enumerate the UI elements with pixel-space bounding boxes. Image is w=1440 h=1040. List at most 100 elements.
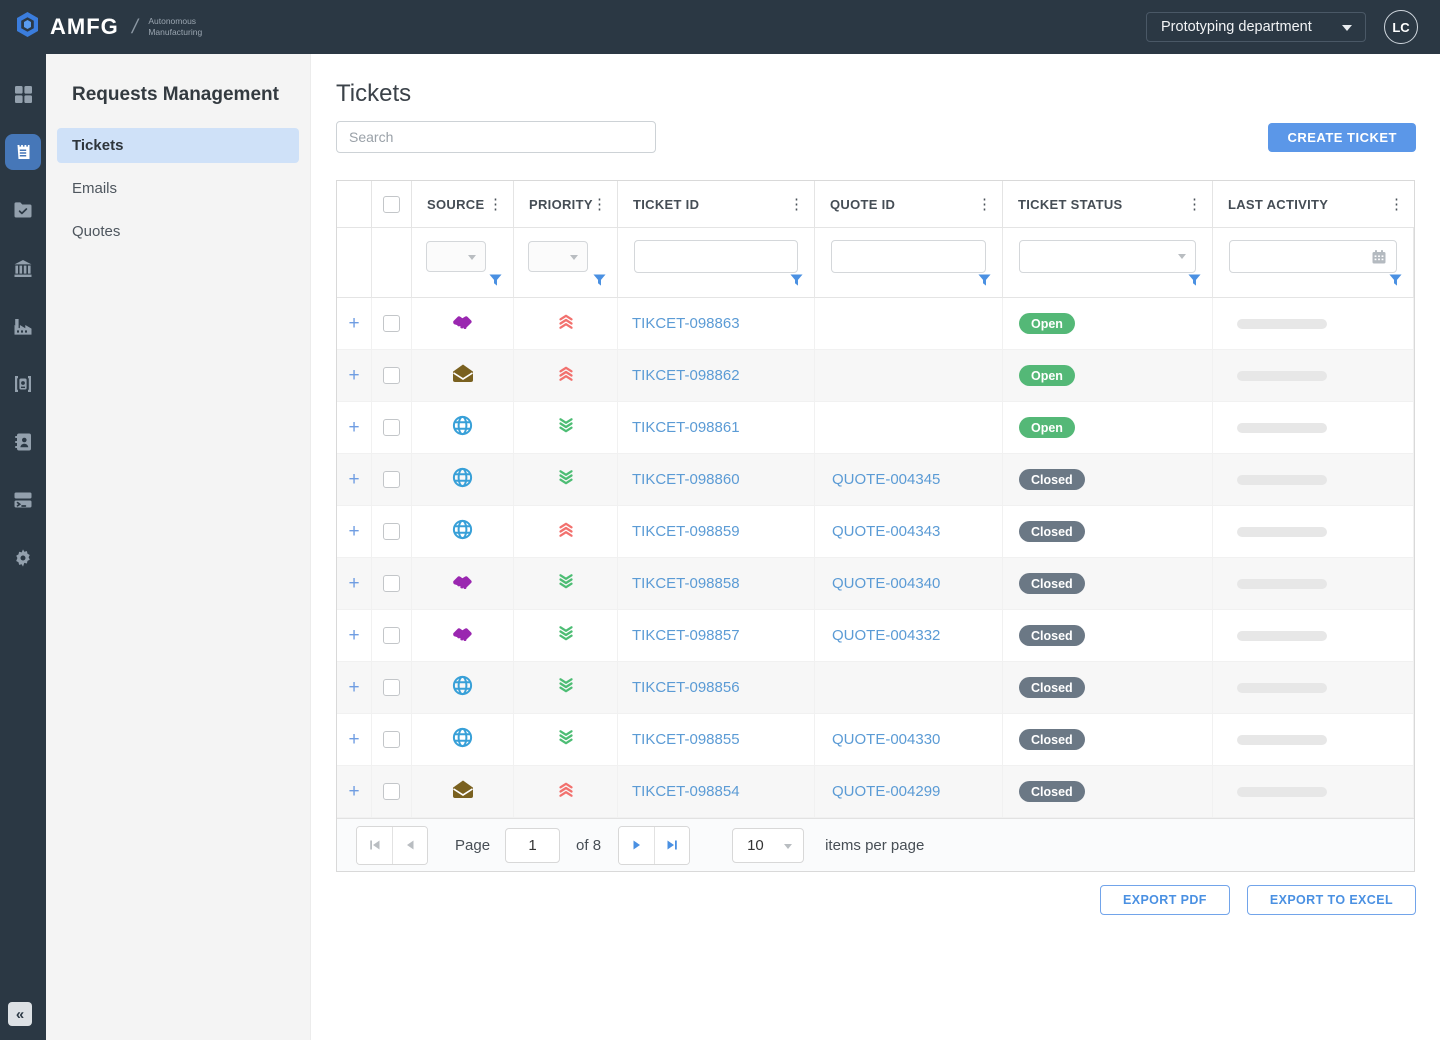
table-row: + TIKCET-098854 QUOTE-004299 Closed — [337, 766, 1414, 818]
expand-row-button[interactable]: + — [337, 454, 372, 506]
row-checkbox[interactable] — [383, 627, 400, 644]
status-filter-select[interactable] — [1019, 240, 1196, 273]
column-menu-icon[interactable]: ⋮ — [785, 193, 808, 215]
ticket-link[interactable]: TIKCET-098861 — [632, 419, 740, 436]
select-all-checkbox[interactable] — [383, 196, 400, 213]
quote-id-filter-input[interactable] — [831, 240, 986, 273]
filter-funnel-icon[interactable] — [1389, 274, 1402, 292]
status-badge: Open — [1019, 365, 1075, 386]
expand-row-button[interactable]: + — [337, 662, 372, 714]
row-checkbox[interactable] — [383, 731, 400, 748]
row-checkbox[interactable] — [383, 575, 400, 592]
row-checkbox[interactable] — [383, 471, 400, 488]
expand-row-button[interactable]: + — [337, 298, 372, 350]
ticket-link[interactable]: TIKCET-098858 — [632, 575, 740, 592]
panel-item-quotes[interactable]: Quotes — [57, 214, 299, 249]
status-cell: Open — [1003, 298, 1213, 350]
priority-low-icon — [557, 625, 575, 647]
panel-item-emails[interactable]: Emails — [57, 171, 299, 206]
sidebar-item-console[interactable] — [0, 471, 46, 529]
quote-link[interactable]: QUOTE-004340 — [832, 575, 940, 592]
row-checkbox[interactable] — [383, 419, 400, 436]
column-menu-icon[interactable]: ⋮ — [484, 193, 507, 215]
filter-funnel-icon[interactable] — [978, 274, 991, 292]
filter-funnel-icon[interactable] — [593, 274, 606, 292]
previous-page-button[interactable] — [392, 827, 427, 864]
sidebar-collapse-button[interactable]: « — [8, 1002, 32, 1026]
ticket-link[interactable]: TIKCET-098855 — [632, 731, 740, 748]
items-per-page-select[interactable]: 10 — [732, 828, 804, 863]
export-pdf-button[interactable]: EXPORT PDF — [1100, 885, 1230, 915]
contact-book-icon — [5, 424, 41, 460]
next-page-button[interactable] — [619, 827, 654, 864]
quote-id-cell — [815, 402, 1003, 454]
ticket-link[interactable]: TIKCET-098857 — [632, 627, 740, 644]
ticket-link[interactable]: TIKCET-098862 — [632, 367, 740, 384]
expand-row-button[interactable]: + — [337, 610, 372, 662]
ticket-id-cell: TIKCET-098854 — [618, 766, 815, 818]
column-menu-icon[interactable]: ⋮ — [588, 193, 611, 215]
create-ticket-button[interactable]: CREATE TICKET — [1268, 123, 1416, 152]
sidebar-item-organization[interactable] — [0, 239, 46, 297]
column-ticket-id: TICKET ID — [633, 197, 699, 212]
row-checkbox[interactable] — [383, 679, 400, 696]
filter-funnel-icon[interactable] — [1188, 274, 1201, 292]
loading-skeleton — [1237, 787, 1327, 797]
table-row: + TIKCET-098862 Open — [337, 350, 1414, 402]
avatar[interactable]: LC — [1384, 10, 1418, 44]
last-activity-filter-date[interactable] — [1229, 240, 1397, 273]
row-checkbox[interactable] — [383, 523, 400, 540]
column-last-activity: LAST ACTIVITY — [1228, 197, 1328, 212]
last-page-button[interactable] — [654, 827, 689, 864]
expand-row-button[interactable]: + — [337, 350, 372, 402]
ticket-link[interactable]: TIKCET-098859 — [632, 523, 740, 540]
priority-low-icon — [557, 573, 575, 595]
priority-filter-select[interactable] — [528, 241, 588, 272]
status-cell: Open — [1003, 350, 1213, 402]
sidebar-item-factory[interactable] — [0, 297, 46, 355]
priority-high-icon — [557, 521, 575, 543]
ticket-id-filter-input[interactable] — [634, 240, 798, 273]
expand-row-button[interactable]: + — [337, 506, 372, 558]
quote-link[interactable]: QUOTE-004330 — [832, 731, 940, 748]
expand-row-button[interactable]: + — [337, 558, 372, 610]
quote-link[interactable]: QUOTE-004343 — [832, 523, 940, 540]
ticket-link[interactable]: TIKCET-098860 — [632, 471, 740, 488]
column-menu-icon[interactable]: ⋮ — [1385, 193, 1408, 215]
ticket-link[interactable]: TIKCET-098863 — [632, 315, 740, 332]
sidebar-item-dashboard[interactable] — [0, 65, 46, 123]
row-checkbox[interactable] — [383, 783, 400, 800]
department-select[interactable]: Prototyping department — [1146, 12, 1366, 42]
page-number-input[interactable] — [505, 828, 560, 863]
sidebar-item-projects[interactable] — [0, 181, 46, 239]
panel-item-tickets[interactable]: Tickets — [57, 128, 299, 163]
ticket-link[interactable]: TIKCET-098854 — [632, 783, 740, 800]
dashboard-icon — [5, 76, 41, 112]
quote-link[interactable]: QUOTE-004332 — [832, 627, 940, 644]
expand-row-button[interactable]: + — [337, 714, 372, 766]
search-input[interactable] — [336, 121, 656, 153]
source-cell — [412, 558, 514, 610]
expand-row-button[interactable]: + — [337, 402, 372, 454]
last-activity-cell — [1213, 350, 1414, 402]
column-menu-icon[interactable]: ⋮ — [973, 193, 996, 215]
export-excel-button[interactable]: EXPORT TO EXCEL — [1247, 885, 1416, 915]
brand-name: AMFG — [50, 14, 119, 40]
row-checkbox[interactable] — [383, 367, 400, 384]
source-filter-select[interactable] — [426, 241, 486, 272]
filter-funnel-icon[interactable] — [790, 274, 803, 292]
sidebar-item-machines[interactable] — [0, 355, 46, 413]
ticket-link[interactable]: TIKCET-098856 — [632, 679, 740, 696]
sidebar-item-tickets[interactable] — [0, 123, 46, 181]
sidebar-item-settings[interactable] — [0, 529, 46, 587]
filter-funnel-icon[interactable] — [489, 274, 502, 292]
quote-link[interactable]: QUOTE-004299 — [832, 783, 940, 800]
row-checkbox[interactable] — [383, 315, 400, 332]
column-menu-icon[interactable]: ⋮ — [1183, 193, 1206, 215]
expand-row-button[interactable]: + — [337, 766, 372, 818]
sidebar-item-contacts[interactable] — [0, 413, 46, 471]
ticket-id-cell: TIKCET-098857 — [618, 610, 815, 662]
first-page-button[interactable] — [357, 827, 392, 864]
row-select-cell — [372, 454, 412, 506]
quote-link[interactable]: QUOTE-004345 — [832, 471, 940, 488]
